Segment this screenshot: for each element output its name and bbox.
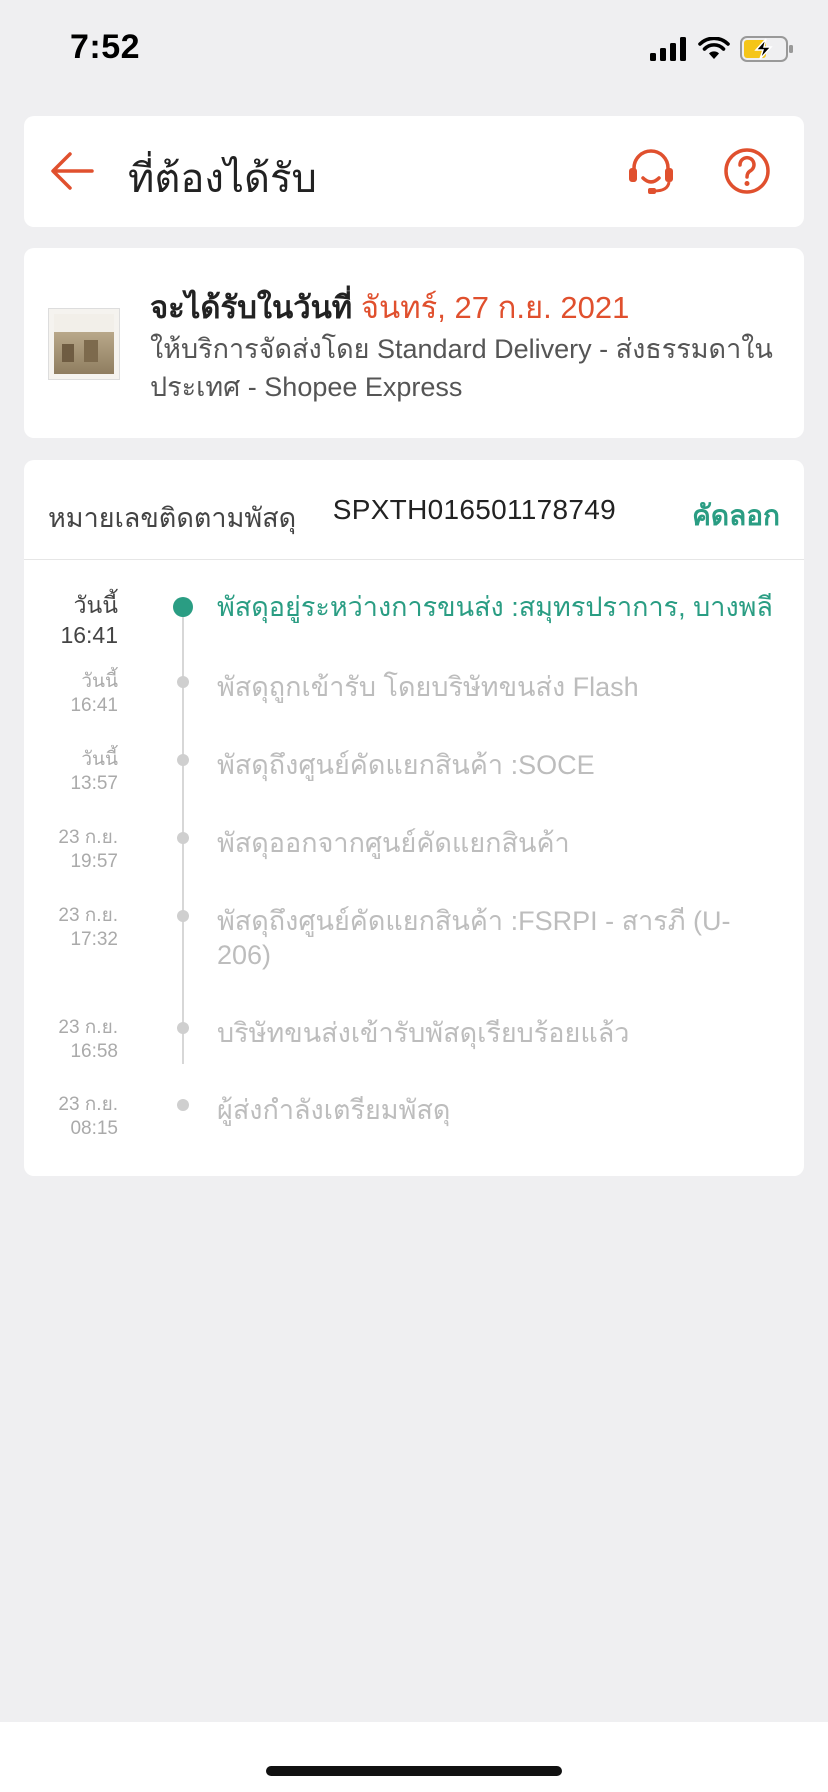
event-text: ผู้ส่งกำลังเตรียมพัสดุ xyxy=(217,1095,451,1125)
home-area xyxy=(0,1722,828,1792)
event-time: 16:41 xyxy=(70,695,118,716)
event-day: 23 ก.ย. xyxy=(58,1094,118,1115)
event-text: พัสดุถึงศูนย์คัดแยกสินค้า :FSRPI - สารภี… xyxy=(217,906,731,970)
copy-button[interactable]: คัดลอก xyxy=(692,494,780,538)
top-header: ที่ต้องได้รับ xyxy=(24,116,804,227)
home-indicator[interactable] xyxy=(266,1766,562,1776)
delivery-card: จะได้รับในวันที่ จันทร์, 27 ก.ย. 2021 ให… xyxy=(24,248,804,438)
event-text: พัสดุถูกเข้ารับ โดยบริษัทขนส่ง Flash xyxy=(217,672,639,702)
event-time: 19:57 xyxy=(70,851,118,872)
tracking-card: หมายเลขติดตามพัสดุ SPXTH016501178749 คัด… xyxy=(24,460,804,1176)
tracking-label: หมายเลขติดตามพัสดุ xyxy=(48,503,297,533)
event-time: 13:57 xyxy=(70,773,118,794)
timeline-dot xyxy=(177,1022,189,1034)
timeline-dot xyxy=(177,1099,189,1111)
tracking-header: หมายเลขติดตามพัสดุ SPXTH016501178749 คัด… xyxy=(24,460,804,560)
delivery-service: ให้บริการจัดส่งโดย Standard Delivery - ส… xyxy=(150,334,773,402)
event-text: พัสดุออกจากศูนย์คัดแยกสินค้า xyxy=(217,828,570,858)
event-day: วันนี้ xyxy=(73,592,118,618)
eta-line: จะได้รับในวันที่ จันทร์, 27 ก.ย. 2021 xyxy=(150,282,629,332)
page-title: ที่ต้องได้รับ xyxy=(128,157,317,201)
arrow-left-icon[interactable] xyxy=(46,144,100,198)
question-circle-icon[interactable] xyxy=(720,144,774,198)
timeline-dot xyxy=(173,597,193,617)
status-bar: 7:52 xyxy=(0,0,828,100)
product-thumbnail[interactable] xyxy=(48,308,120,380)
event-time: 16:41 xyxy=(60,622,118,648)
event-time: 16:58 xyxy=(70,1041,118,1062)
timeline-dot xyxy=(177,832,189,844)
event-day: วันนี้ xyxy=(81,749,118,770)
product-image xyxy=(54,314,114,374)
event-text: บริษัทขนส่งเข้ารับพัสดุเรียบร้อยแล้ว xyxy=(217,1018,630,1048)
signal-icon xyxy=(650,37,686,61)
event-text: พัสดุอยู่ระหว่างการขนส่ง :สมุทรปราการ, บ… xyxy=(217,592,773,622)
headset-icon[interactable] xyxy=(624,144,678,198)
timeline-dot xyxy=(177,754,189,766)
event-day: วันนี้ xyxy=(81,671,118,692)
timeline-dot xyxy=(177,676,189,688)
event-day: 23 ก.ย. xyxy=(58,905,118,926)
event-time: 08:15 xyxy=(70,1118,118,1139)
event-day: 23 ก.ย. xyxy=(58,1017,118,1038)
status-time: 7:52 xyxy=(70,28,141,66)
wifi-icon xyxy=(698,37,730,59)
battery-icon xyxy=(740,36,793,62)
status-icons xyxy=(650,34,794,64)
event-day: 23 ก.ย. xyxy=(58,827,118,848)
event-time: 17:32 xyxy=(70,929,118,950)
eta-prefix: จะได้รับในวันที่ xyxy=(150,290,353,325)
event-text: พัสดุถึงศูนย์คัดแยกสินค้า :SOCE xyxy=(217,750,595,780)
eta-date: จันทร์, 27 ก.ย. 2021 xyxy=(360,290,630,325)
tracking-number: SPXTH016501178749 xyxy=(332,494,616,525)
timeline-dot xyxy=(177,910,189,922)
